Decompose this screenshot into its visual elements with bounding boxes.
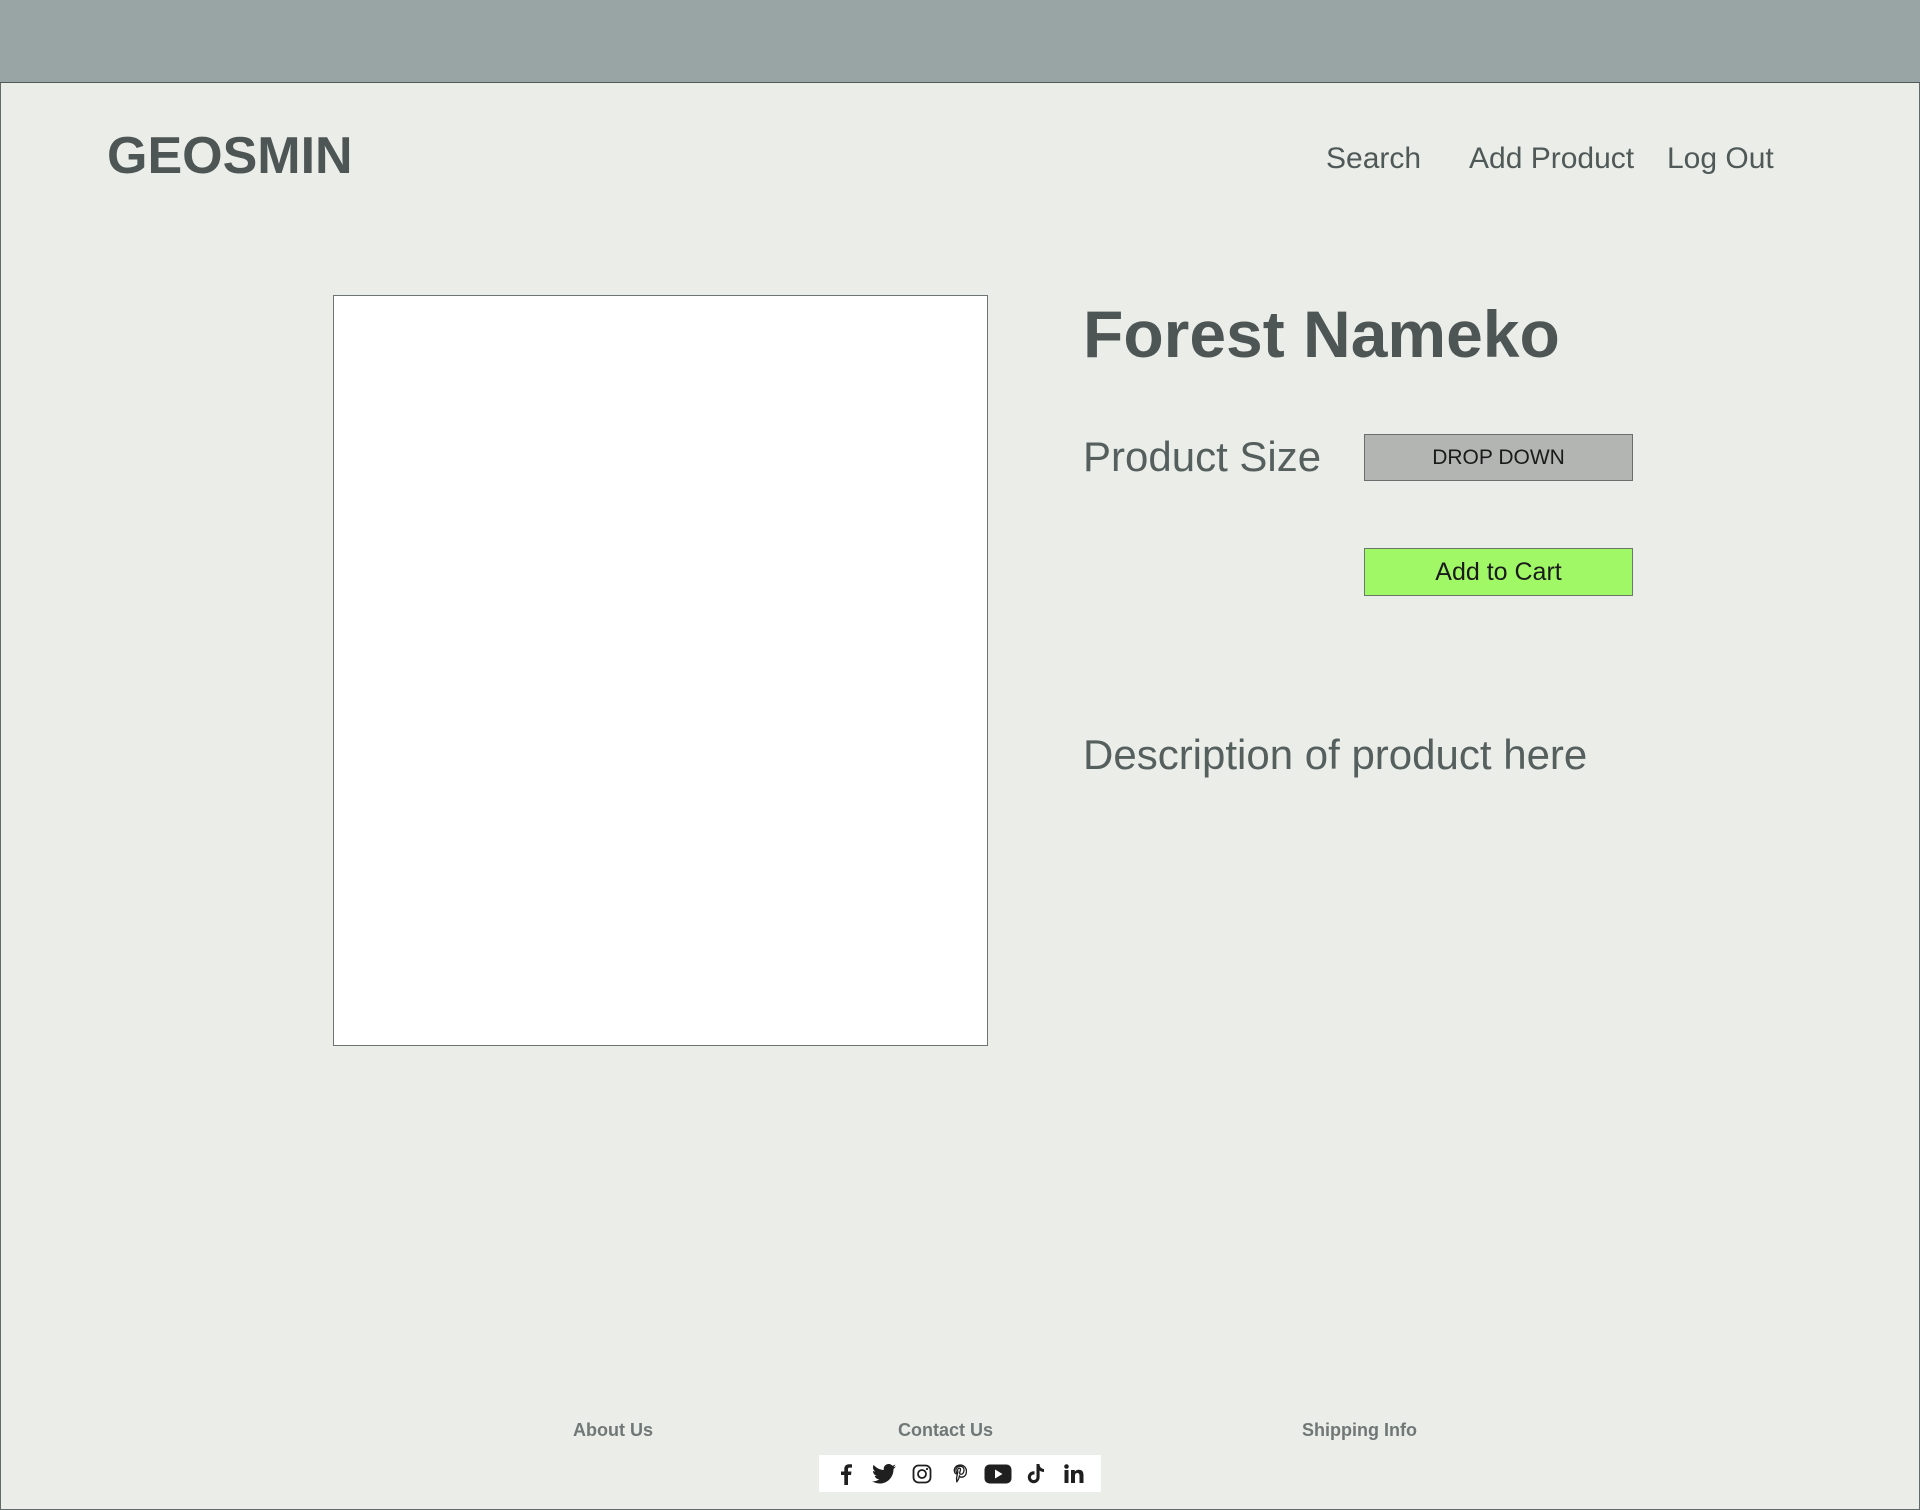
social-icons-bar: [819, 1455, 1101, 1492]
nav-add-product-link[interactable]: Add Product: [1469, 142, 1634, 176]
footer-shipping-link[interactable]: Shipping Info: [1302, 1420, 1417, 1441]
instagram-icon[interactable]: [903, 1455, 941, 1492]
site-logo[interactable]: GEOSMIN: [107, 126, 353, 186]
pinterest-icon[interactable]: [941, 1455, 979, 1492]
youtube-icon[interactable]: [979, 1455, 1017, 1492]
tiktok-icon[interactable]: [1017, 1455, 1055, 1492]
add-to-cart-button[interactable]: Add to Cart: [1364, 548, 1633, 596]
product-description: Description of product here: [1083, 731, 1588, 778]
product-title: Forest Nameko: [1083, 297, 1560, 371]
footer-contact-link[interactable]: Contact Us: [898, 1420, 993, 1441]
footer-about-link[interactable]: About Us: [573, 1420, 653, 1441]
nav-log-out-link[interactable]: Log Out: [1667, 142, 1774, 176]
nav-search-link[interactable]: Search: [1326, 142, 1421, 176]
twitter-icon[interactable]: [865, 1455, 903, 1492]
product-size-dropdown[interactable]: DROP DOWN: [1364, 434, 1633, 481]
top-bar: [0, 0, 1920, 83]
facebook-icon[interactable]: [827, 1455, 865, 1492]
linkedin-icon[interactable]: [1055, 1455, 1093, 1492]
product-image-placeholder: [333, 295, 988, 1046]
product-size-label: Product Size: [1083, 433, 1322, 480]
